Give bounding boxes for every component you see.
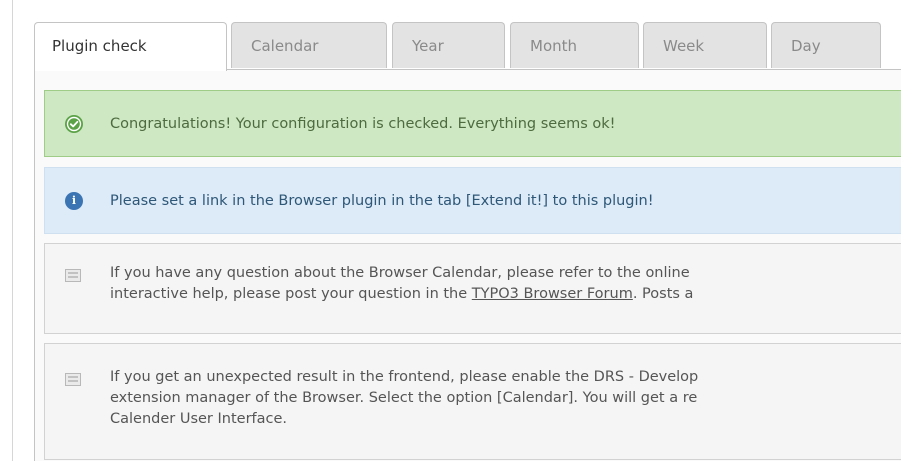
note-line: If you get an unexpected result in the f… bbox=[110, 369, 699, 385]
note-message-forum: If you have any question about the Brows… bbox=[44, 243, 901, 334]
note-line: extension manager of the Browser. Select… bbox=[110, 390, 698, 406]
note-line: If you have any question about the Brows… bbox=[110, 265, 690, 281]
tab-calendar[interactable]: Calendar bbox=[231, 22, 387, 68]
left-border bbox=[12, 0, 13, 461]
info-message-text: Please set a link in the Browser plugin … bbox=[110, 193, 654, 209]
info-message: i Please set a link in the Browser plugi… bbox=[44, 167, 901, 234]
tab-plugin-check[interactable]: Plugin check bbox=[34, 22, 227, 71]
tab-year[interactable]: Year bbox=[392, 22, 505, 68]
note-icon bbox=[65, 373, 81, 386]
info-circle-icon: i bbox=[65, 192, 83, 210]
note-line: interactive help, please post your quest… bbox=[110, 284, 693, 305]
note-text-segment: interactive help, please post your quest… bbox=[110, 286, 472, 302]
note-line: Calender User Interface. bbox=[110, 411, 288, 427]
tab-day[interactable]: Day bbox=[771, 22, 881, 68]
note-text-segment: . Posts a bbox=[632, 286, 694, 302]
note-message-drs: If you get an unexpected result in the f… bbox=[44, 343, 901, 460]
tab-bar: Plugin check Calendar Year Month Week Da… bbox=[34, 22, 901, 71]
tab-week[interactable]: Week bbox=[643, 22, 767, 68]
note-icon bbox=[65, 269, 81, 282]
success-message-text: Congratulations! Your configuration is c… bbox=[110, 116, 616, 132]
tab-month[interactable]: Month bbox=[510, 22, 639, 68]
success-message: Congratulations! Your configuration is c… bbox=[44, 90, 901, 157]
forum-link[interactable]: TYPO3 Browser Forum bbox=[472, 286, 633, 302]
note-message-forum-text: If you have any question about the Brows… bbox=[110, 263, 693, 305]
note-message-drs-text: If you get an unexpected result in the f… bbox=[110, 367, 698, 430]
check-circle-icon bbox=[65, 115, 83, 133]
